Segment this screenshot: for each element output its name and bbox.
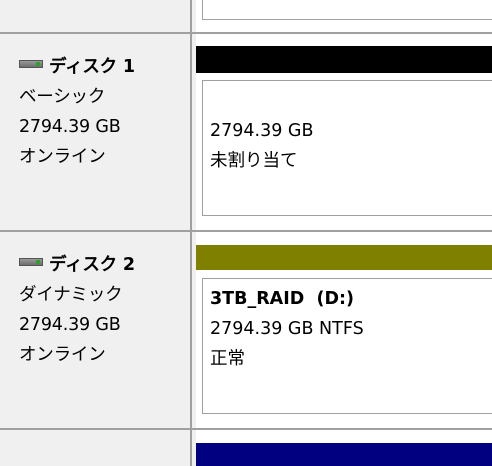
next-volume-bar — [196, 443, 492, 466]
disk-1-volume-size: 2794.39 GB — [210, 121, 314, 141]
disk-1-info[interactable]: ディスク 1 ベーシック 2794.39 GB オンライン — [19, 52, 135, 172]
disk-1-status: オンライン — [19, 147, 106, 167]
disk-2-status: オンライン — [19, 345, 106, 365]
disk-1-size: 2794.39 GB — [19, 117, 121, 137]
disk-2-volume-name: 3TB_RAID (D:) — [210, 289, 354, 309]
disk-2-size: 2794.39 GB — [19, 315, 121, 335]
disk-1-volume-text: 2794.39 GB 未割り当て — [210, 116, 314, 176]
disk-1-volume-state: 未割り当て — [210, 151, 298, 171]
disk-2-volume-text: 3TB_RAID (D:) 2794.39 GB NTFS 正常 — [210, 284, 364, 374]
disk-drive-icon — [19, 258, 43, 266]
disk-2-name: ディスク 2 — [49, 255, 135, 275]
disk-2-type: ダイナミック — [19, 285, 123, 305]
disk-drive-icon — [19, 60, 43, 68]
previous-volume-box[interactable] — [202, 0, 492, 20]
disk-2-volume-health: 正常 — [210, 349, 245, 369]
disk-management-view: ディスク 1 ベーシック 2794.39 GB オンライン 2794.39 GB… — [0, 0, 492, 466]
disk-1-name: ディスク 1 — [49, 57, 135, 77]
disk-2-info[interactable]: ディスク 2 ダイナミック 2794.39 GB オンライン — [19, 250, 135, 370]
disk-2-volume-size-fs: 2794.39 GB NTFS — [210, 319, 364, 339]
column-divider — [190, 0, 192, 466]
disk-1-unallocated-bar — [196, 46, 492, 73]
disk-1-type: ベーシック — [19, 87, 106, 107]
disk-2-dynamic-volume-bar — [196, 245, 492, 270]
